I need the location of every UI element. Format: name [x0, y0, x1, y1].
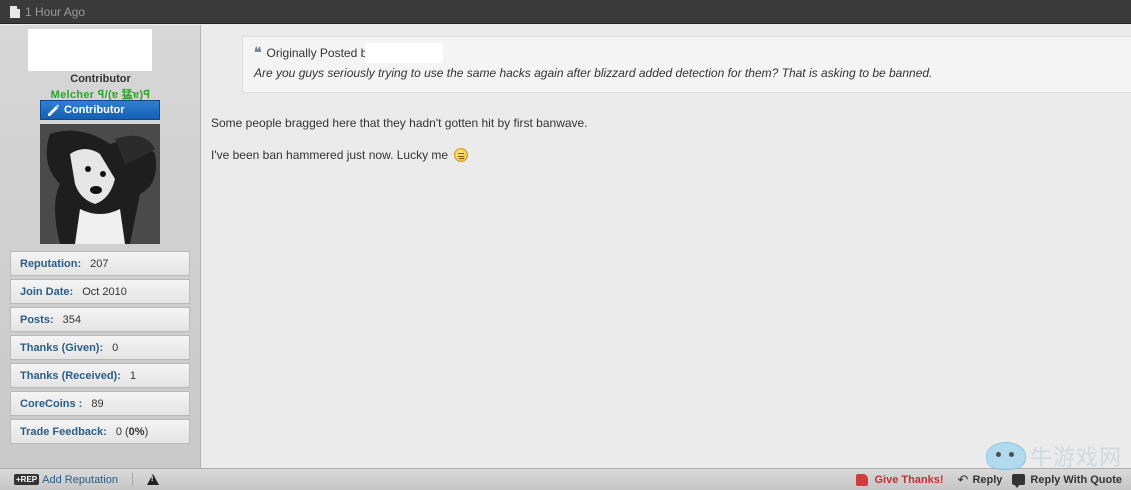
stat-label: Trade Feedback: — [20, 425, 107, 438]
stat-value: 0 (0%) — [116, 426, 148, 438]
document-icon — [10, 5, 20, 18]
quote-author-label: Originally Posted b — [266, 46, 368, 60]
add-reputation-link[interactable]: Add Reputation — [42, 474, 118, 486]
stat-reputation: Reputation: 207 — [10, 251, 190, 276]
warning-icon[interactable] — [146, 474, 159, 485]
stat-label: Thanks (Given): — [20, 341, 104, 354]
reply-icon[interactable]: ↶ — [958, 473, 969, 486]
rep-icon[interactable]: +REP — [14, 474, 40, 485]
rank-badge-label: Contributor — [64, 104, 125, 116]
stat-value: 89 — [91, 397, 104, 410]
user-stats: Reputation: 207 Join Date: Oct 2010 Post… — [10, 251, 190, 447]
stat-join-date: Join Date: Oct 2010 — [10, 279, 190, 304]
stat-label: CoreCoins : — [20, 397, 83, 410]
stat-thanks-given: Thanks (Given): 0 — [10, 335, 190, 360]
footer-left-actions: +REP Add Reputation — [14, 473, 159, 486]
user-title: Contributor — [70, 73, 131, 85]
avatar[interactable] — [40, 124, 160, 244]
reply-with-quote-button[interactable]: Reply With Quote — [1030, 474, 1122, 486]
post-paragraph-text: I've been ban hammered just now. Lucky m… — [211, 148, 449, 162]
stat-label: Reputation: — [20, 257, 82, 270]
stat-value: 207 — [90, 257, 109, 270]
thumbs-up-icon[interactable] — [856, 473, 869, 486]
reply-button[interactable]: Reply — [972, 474, 1002, 486]
post-paragraph: Some people bragged here that they hadn'… — [211, 116, 588, 130]
smiley-icon — [454, 148, 469, 162]
stat-value-percent[interactable]: 0% — [129, 426, 145, 438]
stat-thanks-received: Thanks (Received): 1 — [10, 363, 190, 388]
post-header-bar: 1 Hour Ago — [0, 0, 1131, 24]
username-redacted[interactable] — [28, 29, 152, 71]
give-thanks-button[interactable]: Give Thanks! — [874, 474, 943, 486]
stat-value-suffix: ) — [144, 425, 149, 438]
footer-right-actions: Give Thanks! ↶ Reply Reply With Quote — [856, 473, 1122, 488]
reply-quote-icon[interactable] — [1012, 474, 1026, 488]
stat-value: 0 — [112, 341, 119, 354]
quote-text: Are you guys seriously trying to use the… — [254, 66, 933, 80]
stat-value: 1 — [129, 369, 136, 382]
quote-block: ❝ Originally Posted b Are you guys serio… — [242, 36, 1131, 93]
quote-author-redacted[interactable] — [365, 43, 444, 63]
divider — [131, 473, 133, 486]
stat-trade-feedback: Trade Feedback: 0 (0%) — [10, 419, 190, 444]
stat-label: Join Date: — [20, 285, 74, 298]
post-paragraph: I've been ban hammered just now. Lucky m… — [211, 148, 469, 162]
user-sidebar: Contributor Melcher ꟼ/(ɐ 猛ɐ)ꟼ Contributo… — [0, 25, 201, 468]
avatar-image — [40, 124, 160, 244]
stat-corecoins: CoreCoins : 89 — [10, 391, 190, 416]
stat-posts: Posts: 354 — [10, 307, 190, 332]
stat-value: 354 — [62, 313, 81, 326]
post-footer: +REP Add Reputation Give Thanks! ↶ Reply… — [0, 468, 1131, 490]
stat-label: Posts: — [20, 313, 54, 326]
post-timestamp: 1 Hour Ago — [25, 4, 86, 19]
pencil-icon — [48, 104, 59, 116]
post-content: ❝ Originally Posted b Are you guys serio… — [202, 25, 1131, 468]
quote-icon: ❝ — [254, 45, 262, 61]
quote-header: ❝ Originally Posted b — [254, 43, 444, 63]
rank-badge: Contributor — [40, 100, 160, 120]
stat-value-prefix: 0 ( — [115, 425, 129, 438]
stat-label: Thanks (Received): — [20, 369, 121, 382]
stat-value: Oct 2010 — [82, 285, 127, 298]
